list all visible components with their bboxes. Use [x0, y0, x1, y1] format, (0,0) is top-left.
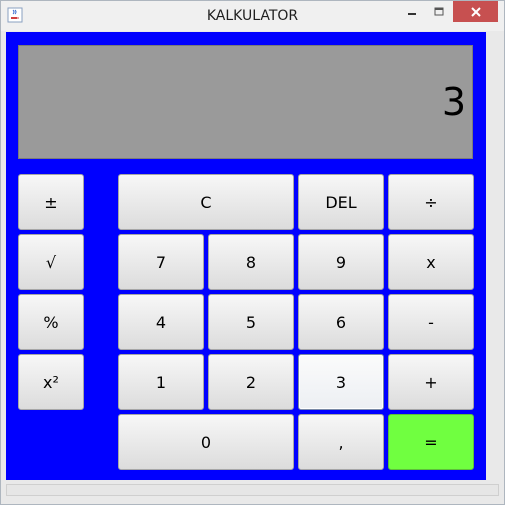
result-display: 3 — [18, 45, 473, 159]
calculator-window: KALKULATOR 3 ± √ % x² C DEL ÷ 7 8 9 x 4 … — [0, 0, 505, 505]
sqrt-button[interactable]: √ — [18, 234, 84, 290]
plus-minus-button[interactable]: ± — [18, 174, 84, 230]
title-bar[interactable]: KALKULATOR — [1, 1, 504, 31]
close-icon — [470, 6, 481, 17]
maximize-button[interactable] — [426, 1, 452, 22]
percent-button[interactable]: % — [18, 294, 84, 350]
plus-button[interactable]: + — [388, 354, 474, 410]
digit-7-button[interactable]: 7 — [118, 234, 204, 290]
digit-0-button[interactable]: 0 — [118, 414, 294, 470]
digit-6-button[interactable]: 6 — [298, 294, 384, 350]
digit-3-button[interactable]: 3 — [298, 354, 384, 410]
window-bottom-bar — [6, 484, 499, 496]
divide-button[interactable]: ÷ — [388, 174, 474, 230]
digit-8-button[interactable]: 8 — [208, 234, 294, 290]
comma-button[interactable]: , — [298, 414, 384, 470]
digit-1-button[interactable]: 1 — [118, 354, 204, 410]
digit-2-button[interactable]: 2 — [208, 354, 294, 410]
digit-4-button[interactable]: 4 — [118, 294, 204, 350]
display-value: 3 — [441, 80, 466, 124]
calculator-panel: 3 ± √ % x² C DEL ÷ 7 8 9 x 4 5 6 - 1 2 3… — [6, 32, 486, 480]
digit-5-button[interactable]: 5 — [208, 294, 294, 350]
delete-button[interactable]: DEL — [298, 174, 384, 230]
multiply-button[interactable]: x — [388, 234, 474, 290]
close-button[interactable] — [453, 1, 498, 22]
square-button[interactable]: x² — [18, 354, 84, 410]
digit-9-button[interactable]: 9 — [298, 234, 384, 290]
minus-button[interactable]: - — [388, 294, 474, 350]
minimize-button[interactable] — [399, 1, 425, 22]
minimize-icon — [408, 12, 416, 15]
clear-button[interactable]: C — [118, 174, 294, 230]
maximize-icon — [434, 7, 444, 15]
equals-button[interactable]: = — [388, 414, 474, 470]
